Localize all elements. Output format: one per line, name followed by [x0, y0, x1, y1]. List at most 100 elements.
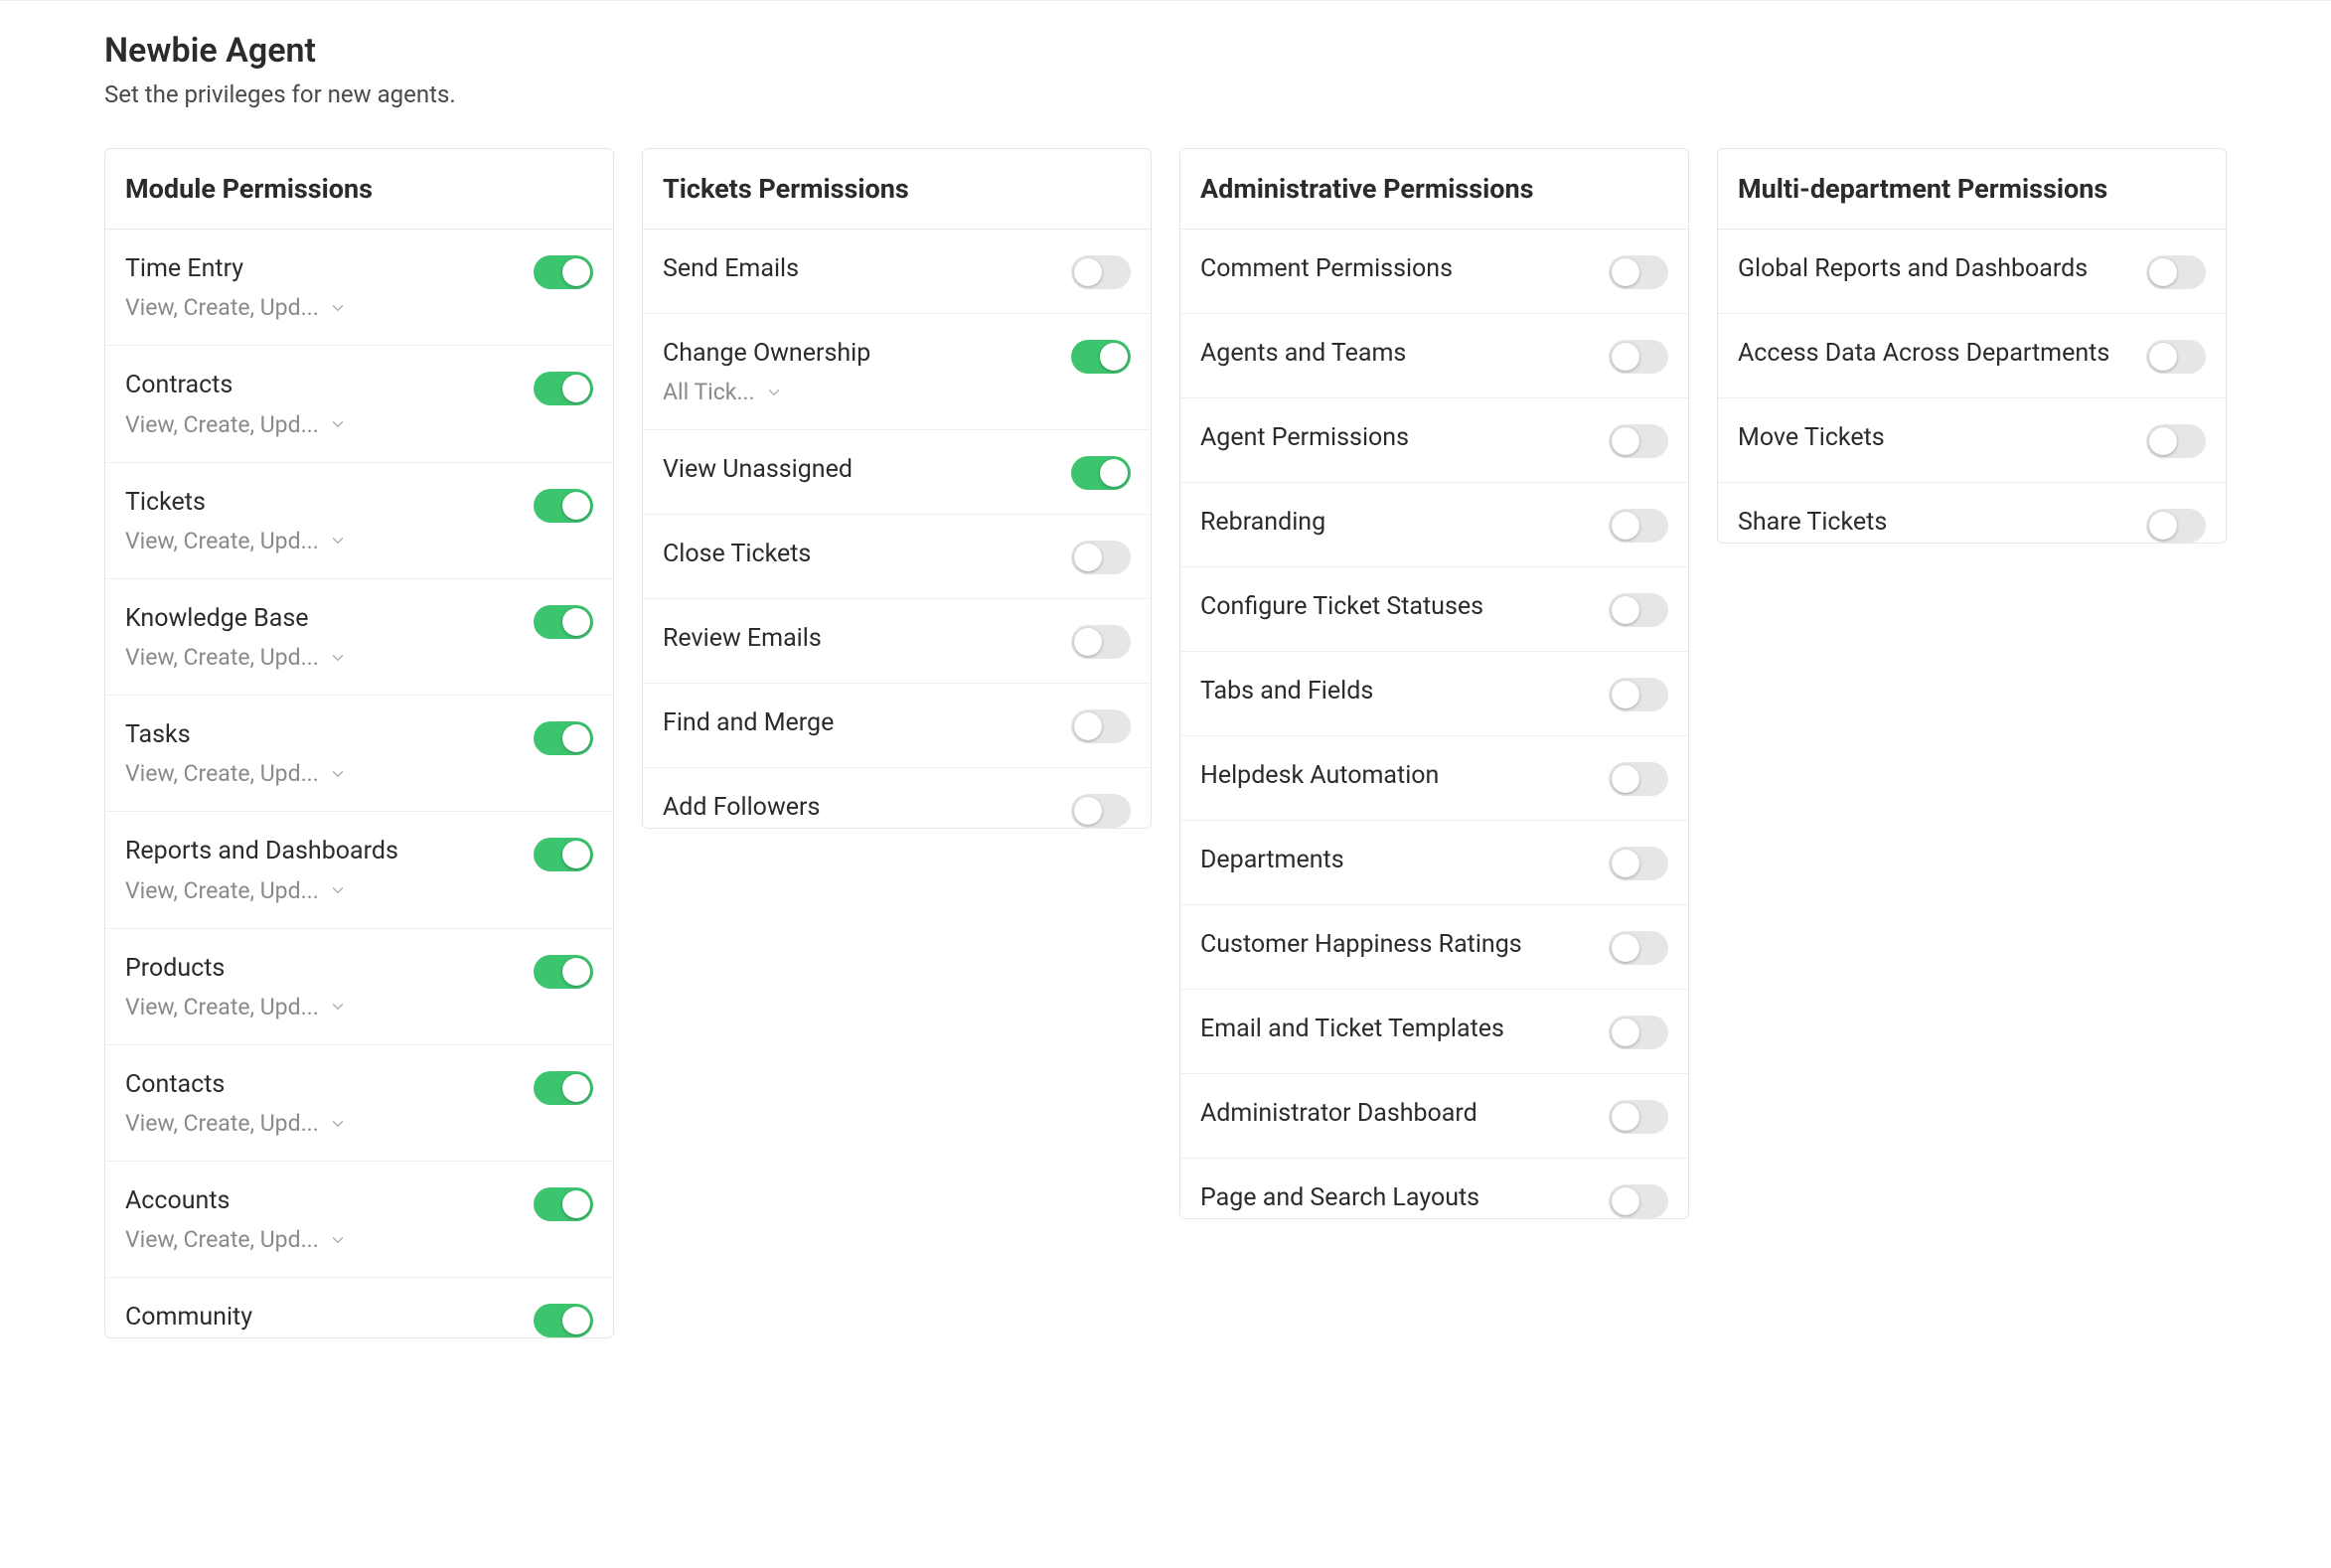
permission-dropdown-tickets[interactable]: View, Create, Upd...: [125, 528, 518, 554]
permission-labels: Find and Merge: [663, 707, 1055, 738]
toggle-knob: [562, 958, 590, 986]
permission-title: Change Ownership: [663, 338, 1055, 369]
permission-title: Page and Search Layouts: [1200, 1182, 1593, 1213]
permission-labels: Time EntryView, Create, Upd...: [125, 253, 518, 321]
permission-title: Customer Happiness Ratings: [1200, 929, 1593, 960]
permission-row-share-tickets: Share Tickets: [1718, 483, 2226, 543]
toggle-knob: [1074, 544, 1102, 571]
toggle-accounts[interactable]: [534, 1187, 593, 1221]
permission-dropdown-knowledge-base[interactable]: View, Create, Upd...: [125, 644, 518, 671]
column-header-tickets: Tickets Permissions: [643, 149, 1151, 230]
chevron-down-icon: [329, 649, 347, 667]
toggle-admin-dashboard[interactable]: [1609, 1100, 1668, 1134]
toggle-customer-happiness[interactable]: [1609, 931, 1668, 965]
permission-labels: Customer Happiness Ratings: [1200, 929, 1593, 960]
column-module: Module PermissionsTime EntryView, Create…: [104, 148, 614, 1338]
permission-row-agent-permissions: Agent Permissions: [1180, 398, 1688, 483]
toggle-tabs-fields[interactable]: [1609, 678, 1668, 711]
permission-dropdown-change-ownership[interactable]: All Tick...: [663, 379, 1055, 405]
permission-row-helpdesk-automation: Helpdesk Automation: [1180, 736, 1688, 821]
chevron-down-icon: [329, 881, 347, 899]
toggle-comment-permissions[interactable]: [1609, 255, 1668, 289]
permission-title: Contacts: [125, 1069, 518, 1100]
toggle-time-entry[interactable]: [534, 255, 593, 289]
toggle-tasks[interactable]: [534, 721, 593, 755]
toggle-add-followers[interactable]: [1071, 794, 1131, 828]
permission-labels: Rebranding: [1200, 507, 1593, 538]
column-admin: Administrative PermissionsComment Permis…: [1179, 148, 1689, 1219]
permission-title: Agent Permissions: [1200, 422, 1593, 453]
toggle-contacts[interactable]: [534, 1071, 593, 1105]
permission-row-time-entry: Time EntryView, Create, Upd...: [105, 230, 613, 346]
toggle-share-tickets[interactable]: [2146, 509, 2206, 543]
permission-dropdown-contracts[interactable]: View, Create, Upd...: [125, 411, 518, 438]
toggle-send-emails[interactable]: [1071, 255, 1131, 289]
permission-row-tickets: TicketsView, Create, Upd...: [105, 463, 613, 579]
page-title: Newbie Agent: [104, 31, 2227, 71]
toggle-agent-permissions[interactable]: [1609, 424, 1668, 458]
column-header-admin: Administrative Permissions: [1180, 149, 1688, 230]
permission-dropdown-time-entry[interactable]: View, Create, Upd...: [125, 294, 518, 321]
permission-row-community: Community: [105, 1278, 613, 1337]
permission-labels: Tabs and Fields: [1200, 676, 1593, 706]
permission-row-tabs-fields: Tabs and Fields: [1180, 652, 1688, 736]
permission-dropdown-contacts[interactable]: View, Create, Upd...: [125, 1110, 518, 1137]
permission-labels: Agent Permissions: [1200, 422, 1593, 453]
toggle-knowledge-base[interactable]: [534, 605, 593, 639]
permission-labels: AccountsView, Create, Upd...: [125, 1185, 518, 1253]
permission-row-contacts: Contacts View, Create, Upd...: [105, 1045, 613, 1162]
permission-title: Move Tickets: [1738, 422, 2130, 453]
toggle-close-tickets[interactable]: [1071, 541, 1131, 574]
toggle-move-tickets[interactable]: [2146, 424, 2206, 458]
permission-sub: View, Create, Upd...: [125, 644, 319, 671]
permission-title: Knowledge Base: [125, 603, 518, 634]
permission-title: Find and Merge: [663, 707, 1055, 738]
toggle-knob: [1074, 628, 1102, 656]
permission-dropdown-tasks[interactable]: View, Create, Upd...: [125, 760, 518, 787]
toggle-global-reports[interactable]: [2146, 255, 2206, 289]
chevron-down-icon: [329, 532, 347, 549]
permission-dropdown-accounts[interactable]: View, Create, Upd...: [125, 1226, 518, 1253]
toggle-change-ownership[interactable]: [1071, 340, 1131, 374]
toggle-knob: [1612, 765, 1639, 793]
permission-row-find-merge: Find and Merge: [643, 684, 1151, 768]
permission-row-change-ownership: Change Ownership All Tick...: [643, 314, 1151, 430]
chevron-down-icon: [329, 1231, 347, 1249]
permission-title: Send Emails: [663, 253, 1055, 284]
toggle-rebranding[interactable]: [1609, 509, 1668, 543]
toggle-agents-teams[interactable]: [1609, 340, 1668, 374]
chevron-down-icon: [329, 415, 347, 433]
permission-labels: Departments: [1200, 845, 1593, 875]
toggle-departments[interactable]: [1609, 847, 1668, 880]
toggle-review-emails[interactable]: [1071, 625, 1131, 659]
toggle-knob: [1074, 797, 1102, 825]
permission-title: Community: [125, 1302, 518, 1333]
permission-dropdown-products[interactable]: View, Create, Upd...: [125, 994, 518, 1020]
permission-dropdown-reports-dashboards[interactable]: View, Create, Upd...: [125, 877, 518, 904]
toggle-page-search-layouts[interactable]: [1609, 1184, 1668, 1218]
toggle-reports-dashboards[interactable]: [534, 838, 593, 871]
permission-row-review-emails: Review Emails: [643, 599, 1151, 684]
toggle-email-ticket-templates[interactable]: [1609, 1016, 1668, 1049]
toggle-knob: [562, 375, 590, 402]
toggle-knob: [1074, 258, 1102, 286]
toggle-community[interactable]: [534, 1304, 593, 1337]
page-header: Newbie Agent Set the privileges for new …: [104, 31, 2227, 108]
permission-title: Tabs and Fields: [1200, 676, 1593, 706]
toggle-view-unassigned[interactable]: [1071, 456, 1131, 490]
permission-title: Add Followers: [663, 792, 1055, 823]
toggle-knob: [562, 492, 590, 520]
toggle-tickets[interactable]: [534, 489, 593, 523]
permission-title: Access Data Across Departments: [1738, 338, 2130, 369]
toggle-access-data-across[interactable]: [2146, 340, 2206, 374]
toggle-products[interactable]: [534, 955, 593, 989]
permission-row-agents-teams: Agents and Teams: [1180, 314, 1688, 398]
toggle-configure-ticket-statuses[interactable]: [1609, 593, 1668, 627]
toggle-helpdesk-automation[interactable]: [1609, 762, 1668, 796]
toggle-find-merge[interactable]: [1071, 709, 1131, 743]
toggle-contracts[interactable]: [534, 372, 593, 405]
permission-row-global-reports: Global Reports and Dashboards: [1718, 230, 2226, 314]
permission-title: Departments: [1200, 845, 1593, 875]
toggle-knob: [2149, 258, 2177, 286]
toggle-knob: [562, 258, 590, 286]
